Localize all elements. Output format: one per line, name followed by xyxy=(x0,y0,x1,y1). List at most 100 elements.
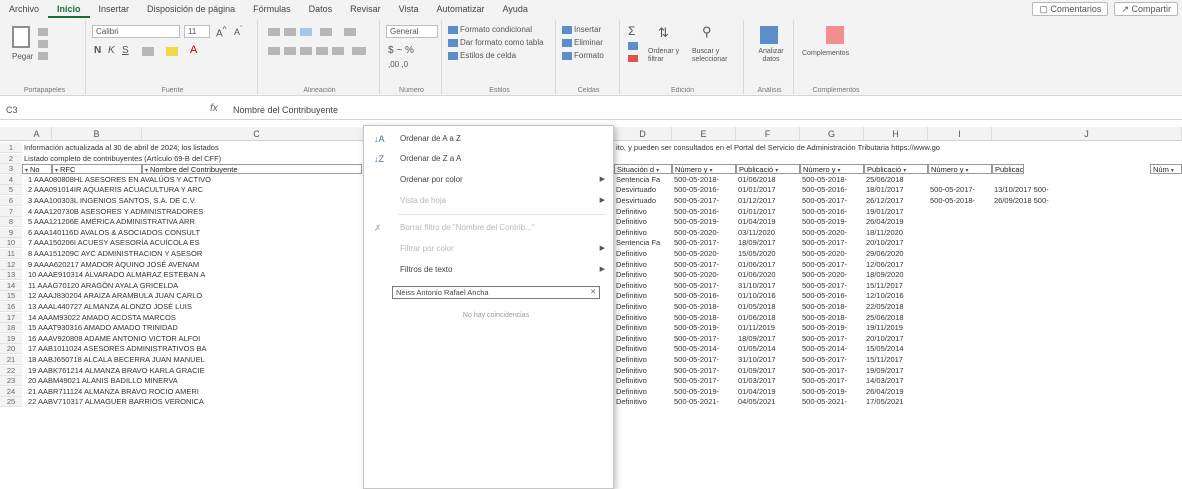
table-cell[interactable]: 500-05-2016- xyxy=(674,185,736,195)
text-filters-item[interactable]: Filtros de texto ▶ xyxy=(364,259,613,281)
column-header-a[interactable]: A xyxy=(22,127,52,141)
sort-filter-button[interactable]: Ordenar y filtrar xyxy=(648,48,688,64)
table-cell[interactable]: 500-05-2021- xyxy=(802,397,864,407)
table-header-cell[interactable]: ▾ Nombre del Contribuyente xyxy=(142,164,362,175)
filter-dropdown-icon[interactable]: ▾ xyxy=(1171,166,1174,173)
number-format-select[interactable]: General xyxy=(386,25,438,38)
table-cell[interactable]: 18/01/2017 xyxy=(866,185,928,195)
column-header-b[interactable]: B xyxy=(52,127,142,141)
filter-dropdown-icon[interactable]: ▾ xyxy=(710,166,713,173)
table-cell[interactable]: 500-05-2014- xyxy=(802,344,864,354)
table-cell[interactable]: 15/11/2017 xyxy=(866,355,928,365)
table-row-left[interactable]: 4 AAA120730B ASESORES Y ADMINISTRADORES xyxy=(28,207,362,217)
copy-icon[interactable] xyxy=(38,40,48,48)
table-cell[interactable]: 500-05-2019- xyxy=(674,217,736,227)
filter-dropdown-icon[interactable]: ▾ xyxy=(55,166,58,173)
table-cell[interactable]: 19/09/2017 xyxy=(866,366,928,376)
table-row-left[interactable]: 7 AAA150206I ACUESY ASESORÍA ACUÍCOLA ES xyxy=(28,238,362,248)
table-cell[interactable]: 500-05-2017- xyxy=(674,238,736,248)
table-cell[interactable]: Definitivo xyxy=(616,302,672,312)
table-cell[interactable]: 01/06/2018 xyxy=(738,313,800,323)
table-header-cell[interactable]: Núm ▾ xyxy=(1150,164,1182,175)
close-icon[interactable]: ✕ xyxy=(590,287,596,298)
tab-vista[interactable]: Vista xyxy=(390,0,428,18)
tab-insertar[interactable]: Insertar xyxy=(90,0,139,18)
table-cell[interactable]: 500-05-2019- xyxy=(802,323,864,333)
table-cell[interactable]: Definitivo xyxy=(616,387,672,397)
row-header[interactable]: 25 xyxy=(0,397,22,408)
table-cell[interactable]: 500-05-2019- xyxy=(802,217,864,227)
filter-dropdown-icon[interactable]: ▾ xyxy=(775,166,778,173)
fx-icon[interactable]: fx xyxy=(210,103,218,114)
row-header[interactable]: 2 xyxy=(0,153,22,164)
column-header-d[interactable]: D xyxy=(614,127,672,141)
table-cell[interactable]: 500-05-2019- xyxy=(674,323,736,333)
table-cell[interactable]: Definitivo xyxy=(616,291,672,301)
table-cell[interactable]: Definitivo xyxy=(616,207,672,217)
table-cell[interactable]: 22/05/2018 xyxy=(866,302,928,312)
table-cell[interactable]: 500-05-2021- xyxy=(674,397,736,407)
table-cell[interactable]: 18/09/2020 xyxy=(866,270,928,280)
table-cell[interactable]: 31/10/2017 xyxy=(738,355,800,365)
row-header[interactable]: 6 xyxy=(0,196,22,206)
table-cell[interactable]: 500-05-2017- xyxy=(674,376,736,386)
table-row-left[interactable]: 22 AABV710317 ALMAGUER BARRIOS VERONICA xyxy=(28,397,362,407)
find-select-button[interactable]: Buscar y seleccionar xyxy=(692,48,738,64)
decrease-indent-icon[interactable] xyxy=(316,47,328,55)
share-button[interactable]: ↗ Compartir xyxy=(1114,2,1178,16)
comments-button[interactable]: ▢ Comentarios xyxy=(1032,2,1109,16)
sort-filter-icon[interactable]: ⇅ xyxy=(658,25,669,41)
table-cell[interactable]: 500-05-2017- xyxy=(802,238,864,248)
table-cell[interactable]: 25/06/2018 xyxy=(866,175,928,185)
table-cell[interactable]: Desvirtuado xyxy=(616,196,672,206)
column-header-c[interactable]: C xyxy=(142,127,372,141)
table-cell[interactable]: 500-05-2016- xyxy=(674,207,736,217)
table-cell[interactable]: 20/10/2017 xyxy=(866,238,928,248)
table-row-left[interactable]: 19 AABK761214 ALMANZA BRAVO KARLA GRACIE xyxy=(28,366,362,376)
italic-icon[interactable]: K xyxy=(108,45,115,56)
fill-color-icon[interactable] xyxy=(166,47,178,56)
table-cell[interactable]: 13/10/2017 500- xyxy=(994,185,1182,195)
table-cell[interactable]: 18/09/2017 xyxy=(738,238,800,248)
delete-cells-icon[interactable] xyxy=(562,39,572,47)
table-cell[interactable]: 500-05-2018- xyxy=(802,302,864,312)
row-header[interactable]: 17 xyxy=(0,312,22,323)
table-cell[interactable]: Definitivo xyxy=(616,334,672,344)
table-row-left[interactable]: 6 AAA140116D AVALOS & ASOCIADOS CONSULT xyxy=(28,228,362,238)
table-cell[interactable]: 25/06/2018 xyxy=(866,313,928,323)
table-cell[interactable]: 500-05-2018- xyxy=(674,313,736,323)
align-middle-icon[interactable] xyxy=(284,28,296,36)
table-cell[interactable]: 04/05/2021 xyxy=(738,397,800,407)
table-cell[interactable]: 500-05-2017- xyxy=(674,334,736,344)
addins-button[interactable]: Complementos xyxy=(802,50,849,57)
table-cell[interactable]: 26/12/2017 xyxy=(866,196,928,206)
table-cell[interactable]: 500-05-2020- xyxy=(802,249,864,259)
table-row-left[interactable]: 17 AAB1011024 ASESORES ADMINISTRATIVOS B… xyxy=(28,344,362,354)
table-header-cell[interactable]: Publicació ▾ xyxy=(736,164,800,175)
table-cell[interactable]: 01/10/2016 xyxy=(738,291,800,301)
table-cell[interactable]: 01/12/2017 xyxy=(738,196,800,206)
orientation-icon[interactable] xyxy=(320,28,332,36)
font-size-select[interactable]: 11 xyxy=(184,25,210,38)
table-header-cell[interactable]: ▾ RFC xyxy=(52,164,142,175)
table-cell[interactable]: 01/05/2014 xyxy=(738,344,800,354)
row-header[interactable]: 9 xyxy=(0,227,22,238)
table-cell[interactable]: 01/04/2019 xyxy=(738,217,800,227)
table-cell[interactable]: 26/09/2018 500- xyxy=(994,196,1182,206)
table-cell[interactable]: 03/11/2020 xyxy=(738,228,800,238)
table-cell[interactable]: 500-05-2017- xyxy=(674,196,736,206)
table-cell[interactable]: 18/11/2020 xyxy=(866,228,928,238)
cut-icon[interactable] xyxy=(38,28,48,36)
table-cell[interactable]: 17/05/2021 xyxy=(866,397,928,407)
table-cell[interactable]: 500-05-2018- xyxy=(674,302,736,312)
grow-font-icon[interactable]: A^ xyxy=(216,24,227,39)
table-cell[interactable]: 500-05-2017- xyxy=(802,355,864,365)
table-cell[interactable]: 500-05-2017- xyxy=(674,355,736,365)
increase-indent-icon[interactable] xyxy=(332,47,344,55)
tab-revisar[interactable]: Revisar xyxy=(341,0,390,18)
table-cell[interactable]: 15/11/2017 xyxy=(866,281,928,291)
align-left-icon[interactable] xyxy=(268,47,280,55)
table-cell[interactable]: Definitivo xyxy=(616,270,672,280)
row-header[interactable]: 11 xyxy=(0,249,22,259)
table-row-left[interactable]: 10 AAAE910314 ALVARADO ALMARAZ ESTEBAN A xyxy=(28,270,362,280)
